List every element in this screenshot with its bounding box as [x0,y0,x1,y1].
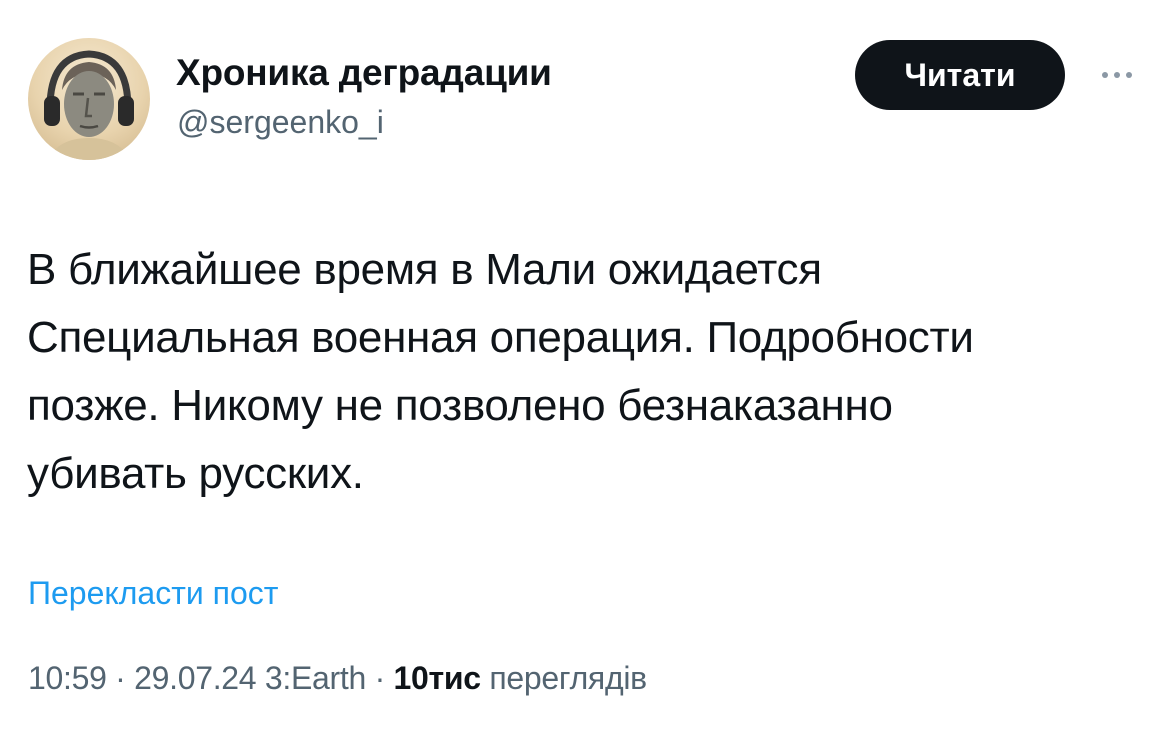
tweet-date[interactable]: 29.07.24 [134,660,256,696]
tweet-text-line: убивать русских. [27,449,364,498]
tweet-text-line: позже. Никому не позволено безнаказанно [27,381,893,430]
follow-button[interactable]: Читати [855,40,1065,110]
meta-separator: · [106,660,135,696]
views-label: переглядів [489,660,647,696]
tweet-meta: 10:59 · 29.07.24 3:Earth · 10тис перегля… [28,660,647,697]
author-handle[interactable]: @sergeenko_i [177,104,384,141]
more-horizontal-icon[interactable] [1092,58,1142,92]
tweet-text-line: Специальная военная операция. Подробност… [27,313,974,362]
views-count[interactable]: 10тис [394,660,482,696]
author-name[interactable]: Хроника деградации [176,52,552,94]
translate-post-link[interactable]: Перекласти пост [28,575,278,612]
avatar[interactable] [28,38,150,160]
tweet-text: В ближайшее время в Мали ожидается Специ… [27,236,1127,508]
tweet-time[interactable]: 10:59 [28,660,107,696]
tweet-source: 3:Earth [264,660,366,696]
meta-separator: · [365,660,394,696]
tweet-text-line: В ближайшее время в Мали ожидается [27,245,822,294]
tweet-card: Хроника деградации @sergeenko_i Читати В… [0,0,1170,733]
avatar-image [44,50,134,160]
